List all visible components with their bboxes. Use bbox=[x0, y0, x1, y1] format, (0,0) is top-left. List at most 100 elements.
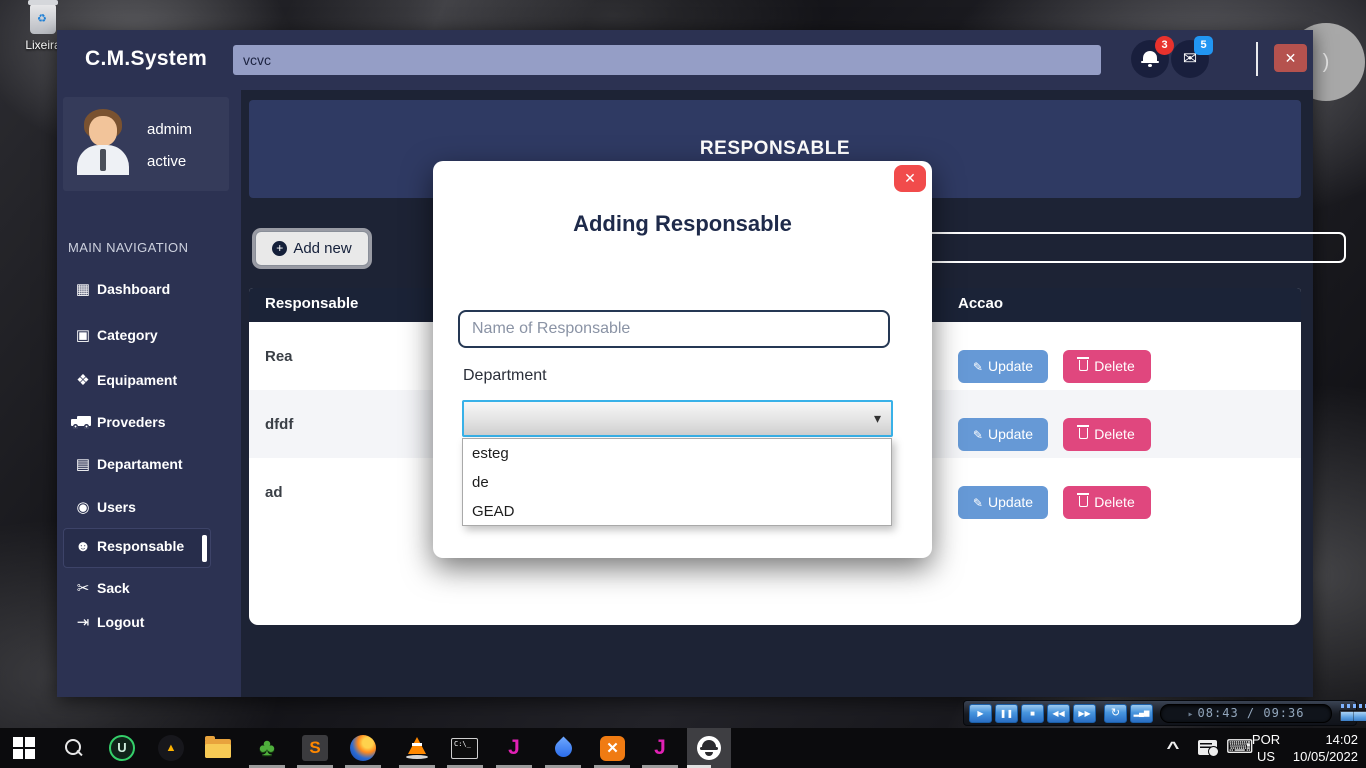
iobit-icon: U bbox=[109, 735, 135, 761]
incognito-app-icon bbox=[697, 736, 721, 760]
equalizer-button[interactable]: ▂▄▆ bbox=[1130, 703, 1153, 723]
clock[interactable]: 14:02 10/05/2022 bbox=[1288, 731, 1358, 765]
taskbar-flame-app-icon[interactable] bbox=[549, 734, 577, 762]
messages-badge: 5 bbox=[1194, 36, 1213, 55]
sidebar-item-sack[interactable]: ✂ Sack bbox=[57, 577, 241, 611]
jdownloader-icon: J bbox=[654, 736, 666, 759]
taskbar-search-button[interactable] bbox=[59, 734, 87, 762]
jdownloader-icon: J bbox=[508, 736, 520, 759]
blue-flame-icon bbox=[550, 736, 576, 761]
sidebar-item-users[interactable]: ◉ Users bbox=[57, 496, 241, 530]
edit-icon: ✎ bbox=[972, 428, 983, 442]
delete-button[interactable]: Delete bbox=[1063, 350, 1151, 383]
terminal-icon: C:\_ bbox=[451, 738, 478, 759]
window-close-button[interactable]: ✕ bbox=[1274, 44, 1307, 72]
update-button[interactable]: ✎ Update bbox=[958, 350, 1048, 383]
recycle-bin-icon: ♻ bbox=[28, 0, 58, 34]
app-brand: C.M.System bbox=[85, 47, 208, 70]
sidebar-item-equipament[interactable]: ❖ Equipament bbox=[57, 369, 241, 403]
people-group-icon: ☻ bbox=[75, 538, 91, 555]
cubes-icon: ❖ bbox=[76, 372, 90, 389]
notifications-badge: 3 bbox=[1155, 36, 1174, 55]
xampp-icon: ✕ bbox=[600, 736, 625, 761]
time-display: ▸ 08:43 / 09:36 bbox=[1160, 703, 1332, 723]
briefcase-icon: ▣ bbox=[75, 327, 91, 344]
progress-bar[interactable] bbox=[1339, 709, 1366, 722]
media-mini-player: ▶ ❚❚ ■ ◀◀ ▶▶ ↻ ▂▄▆ ▸08:43 / 09:36 ▲ bbox=[963, 700, 1366, 726]
taskbar-iobit-icon[interactable]: U bbox=[108, 734, 136, 762]
chevron-down-icon: ▾ bbox=[873, 410, 881, 426]
sidebar-item-responsable[interactable]: ☻ Responsable bbox=[57, 535, 241, 569]
sidebar-item-dashboard[interactable]: ▦ Dashboard bbox=[57, 278, 241, 312]
user-status: active bbox=[147, 153, 187, 170]
recycle-icon: ♻ bbox=[37, 13, 47, 25]
department-option[interactable]: esteg bbox=[463, 439, 891, 468]
forward-button[interactable]: ▶▶ bbox=[1073, 703, 1096, 723]
taskbar-firefox-icon[interactable] bbox=[349, 734, 377, 762]
search-icon bbox=[59, 734, 87, 762]
user-circle-icon: ◉ bbox=[76, 499, 90, 516]
taskbar-active-app[interactable] bbox=[687, 728, 731, 768]
responsable-name-input[interactable] bbox=[458, 310, 890, 348]
column-header-accao: Accao bbox=[958, 295, 1004, 312]
department-option[interactable]: GEAD bbox=[463, 497, 891, 526]
play-button[interactable]: ▶ bbox=[969, 703, 992, 723]
progress-area bbox=[1339, 703, 1366, 723]
building-icon: ▤ bbox=[75, 456, 91, 473]
taskbar-jdownloader-icon[interactable]: J bbox=[500, 734, 528, 762]
trash-icon bbox=[1077, 357, 1090, 371]
user-name: admim bbox=[147, 121, 193, 138]
delete-button[interactable]: Delete bbox=[1063, 418, 1151, 451]
taskbar-cmd-icon[interactable]: C:\_ bbox=[451, 734, 479, 762]
sidebar-item-category[interactable]: ▣ Category bbox=[57, 324, 241, 358]
progress-ticks bbox=[1341, 703, 1366, 708]
column-header-responsable: Responsable bbox=[265, 295, 359, 312]
tray-chevron-up[interactable]: ^ bbox=[1167, 738, 1180, 758]
trash-icon bbox=[1077, 493, 1090, 507]
taskbar-vlc-icon[interactable] bbox=[403, 734, 431, 762]
update-button[interactable]: ✎ Update bbox=[958, 486, 1048, 519]
bell-icon bbox=[1141, 51, 1159, 67]
taskbar-clover-icon[interactable]: ♣ bbox=[253, 734, 281, 762]
department-option[interactable]: de bbox=[463, 468, 891, 497]
sidebar-item-logout[interactable]: ⇥ Logout bbox=[57, 611, 241, 645]
plus-circle-icon: + bbox=[272, 240, 288, 256]
add-new-button[interactable]: + Add new bbox=[255, 231, 369, 266]
modal-close-button[interactable]: ✕ bbox=[894, 165, 926, 192]
clover-icon: ♣ bbox=[259, 734, 275, 761]
language-indicator[interactable]: POR US bbox=[1246, 731, 1286, 765]
taskbar-explorer-icon[interactable] bbox=[205, 734, 233, 762]
edit-icon: ✎ bbox=[972, 360, 983, 374]
delete-button[interactable]: Delete bbox=[1063, 486, 1151, 519]
sidebar-item-departament[interactable]: ▤ Departament bbox=[57, 453, 241, 487]
modal-title: Adding Responsable bbox=[573, 211, 792, 236]
taskbar-jdownloader2-icon[interactable]: J bbox=[646, 734, 674, 762]
sublime-icon: S bbox=[302, 735, 328, 761]
notification-center-icon[interactable] bbox=[1198, 740, 1219, 757]
pause-button[interactable]: ❚❚ bbox=[995, 703, 1018, 723]
update-button[interactable]: ✎ Update bbox=[958, 418, 1048, 451]
responsable-name: dfdf bbox=[265, 416, 294, 433]
rewind-button[interactable]: ◀◀ bbox=[1047, 703, 1070, 723]
trash-icon bbox=[1077, 425, 1090, 439]
department-label: Department bbox=[463, 367, 547, 384]
logout-icon: ⇥ bbox=[76, 614, 90, 631]
start-button[interactable] bbox=[10, 734, 38, 762]
app-topbar: C.M.System 3 ✉ 5 ✕ bbox=[57, 30, 1313, 90]
taskbar-aimp-icon[interactable]: ▲ bbox=[157, 734, 185, 762]
taskbar-sublime-icon[interactable]: S bbox=[301, 734, 329, 762]
vlc-cone-icon bbox=[403, 734, 431, 762]
progress-segments bbox=[1340, 710, 1366, 721]
windows-logo-icon bbox=[13, 737, 35, 759]
repeat-button[interactable]: ↻ bbox=[1104, 703, 1127, 723]
taskbar-xampp-icon[interactable]: ✕ bbox=[598, 734, 626, 762]
sidebar-section-label: MAIN NAVIGATION bbox=[68, 240, 189, 255]
sidebar-item-proveders[interactable]: Proveders bbox=[57, 411, 241, 445]
folder-icon bbox=[205, 736, 231, 758]
firefox-icon bbox=[350, 735, 376, 761]
department-select[interactable]: ▾ bbox=[462, 400, 893, 437]
desktop-background: ♻ Lixeira ) C.M.System 3 ✉ 5 ✕ bbox=[0, 0, 1366, 768]
topbar-search-input[interactable] bbox=[233, 45, 1101, 75]
aimp-icon: ▲ bbox=[158, 735, 184, 761]
stop-button[interactable]: ■ bbox=[1021, 703, 1044, 723]
